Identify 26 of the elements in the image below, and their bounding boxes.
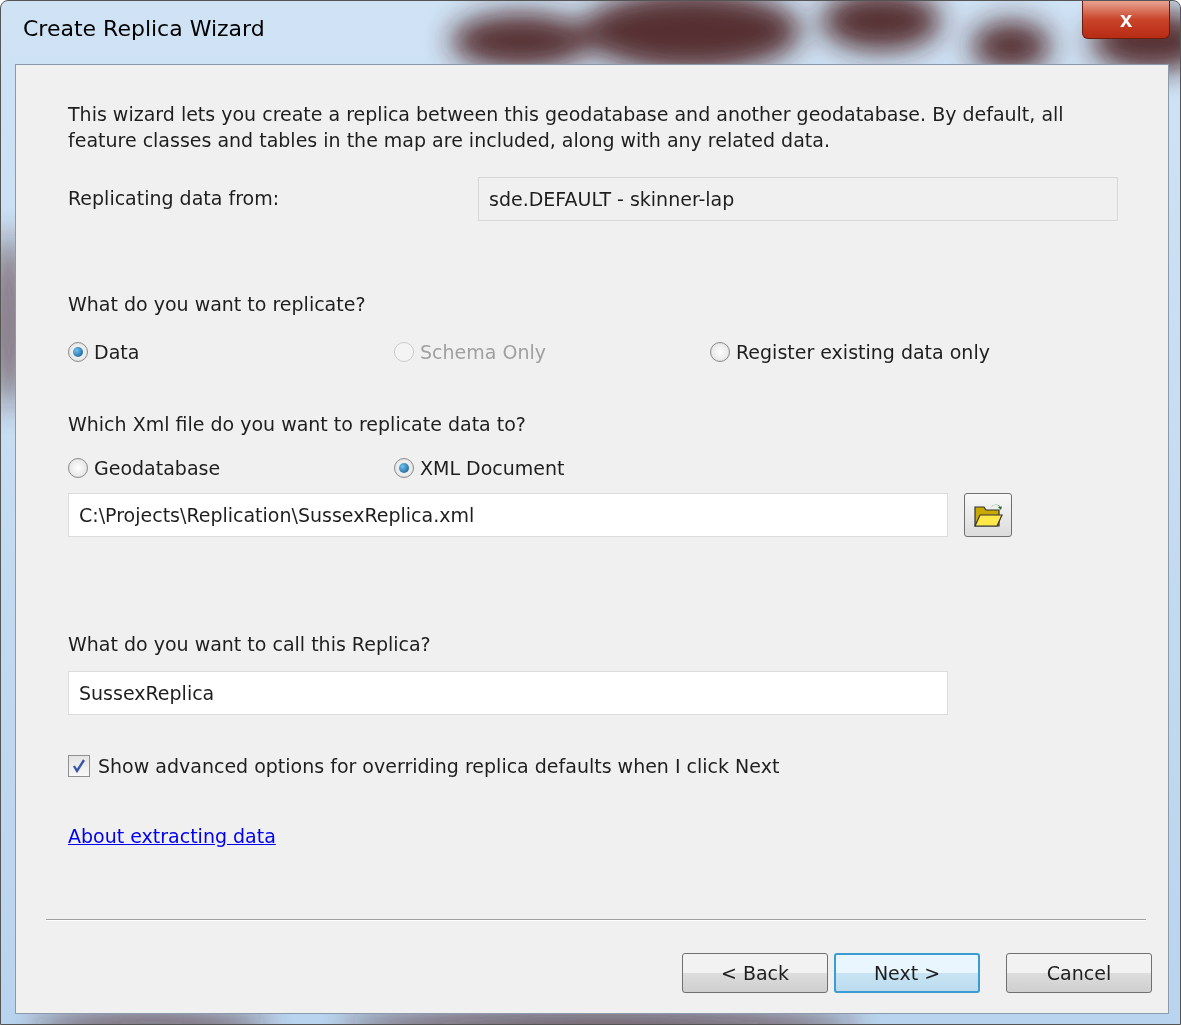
radio-button[interactable]: [68, 458, 88, 478]
source-field: sde.DEFAULT - skinner-lap: [478, 177, 1118, 221]
radio-label[interactable]: Data: [94, 341, 140, 363]
path-field[interactable]: C:\Projects\Replication\SussexReplica.xml: [68, 493, 948, 537]
question-label: What do you want to replicate?: [68, 293, 367, 315]
dialog-button[interactable]: Cancel: [1006, 953, 1152, 993]
browse-button[interactable]: [964, 493, 1012, 537]
radio-label[interactable]: Geodatabase: [94, 457, 221, 479]
help-link[interactable]: About extracting data: [68, 825, 276, 847]
dialog-button[interactable]: < Back: [682, 953, 828, 993]
radio-button[interactable]: [394, 458, 414, 478]
intro-text: This wizard lets you create a replica between this geodatabase and another geodatabase. By default, all feature classes and tables in the map are included, along with any related data.: [68, 102, 1065, 153]
checkbox-label[interactable]: Show advanced options for overriding replica defaults when I click Next: [98, 755, 780, 777]
radio-label[interactable]: Register existing data only: [736, 341, 990, 363]
dialog-button[interactable]: Next >: [834, 953, 980, 993]
close-button[interactable]: x: [1082, 1, 1170, 39]
window-title: Create Replica Wizard: [23, 16, 265, 41]
radio-button[interactable]: [68, 342, 88, 362]
replica-name-field[interactable]: SussexReplica: [68, 671, 948, 715]
radio-button[interactable]: [710, 342, 730, 362]
folder-icon: [973, 502, 1003, 528]
checkbox[interactable]: [68, 755, 90, 777]
question-label: Which Xml file do you want to replicate data to?: [68, 413, 527, 435]
radio-label[interactable]: XML Document: [420, 457, 565, 479]
question-label: What do you want to call this Replica?: [68, 633, 432, 655]
source-label: Replicating data from:: [68, 186, 281, 209]
